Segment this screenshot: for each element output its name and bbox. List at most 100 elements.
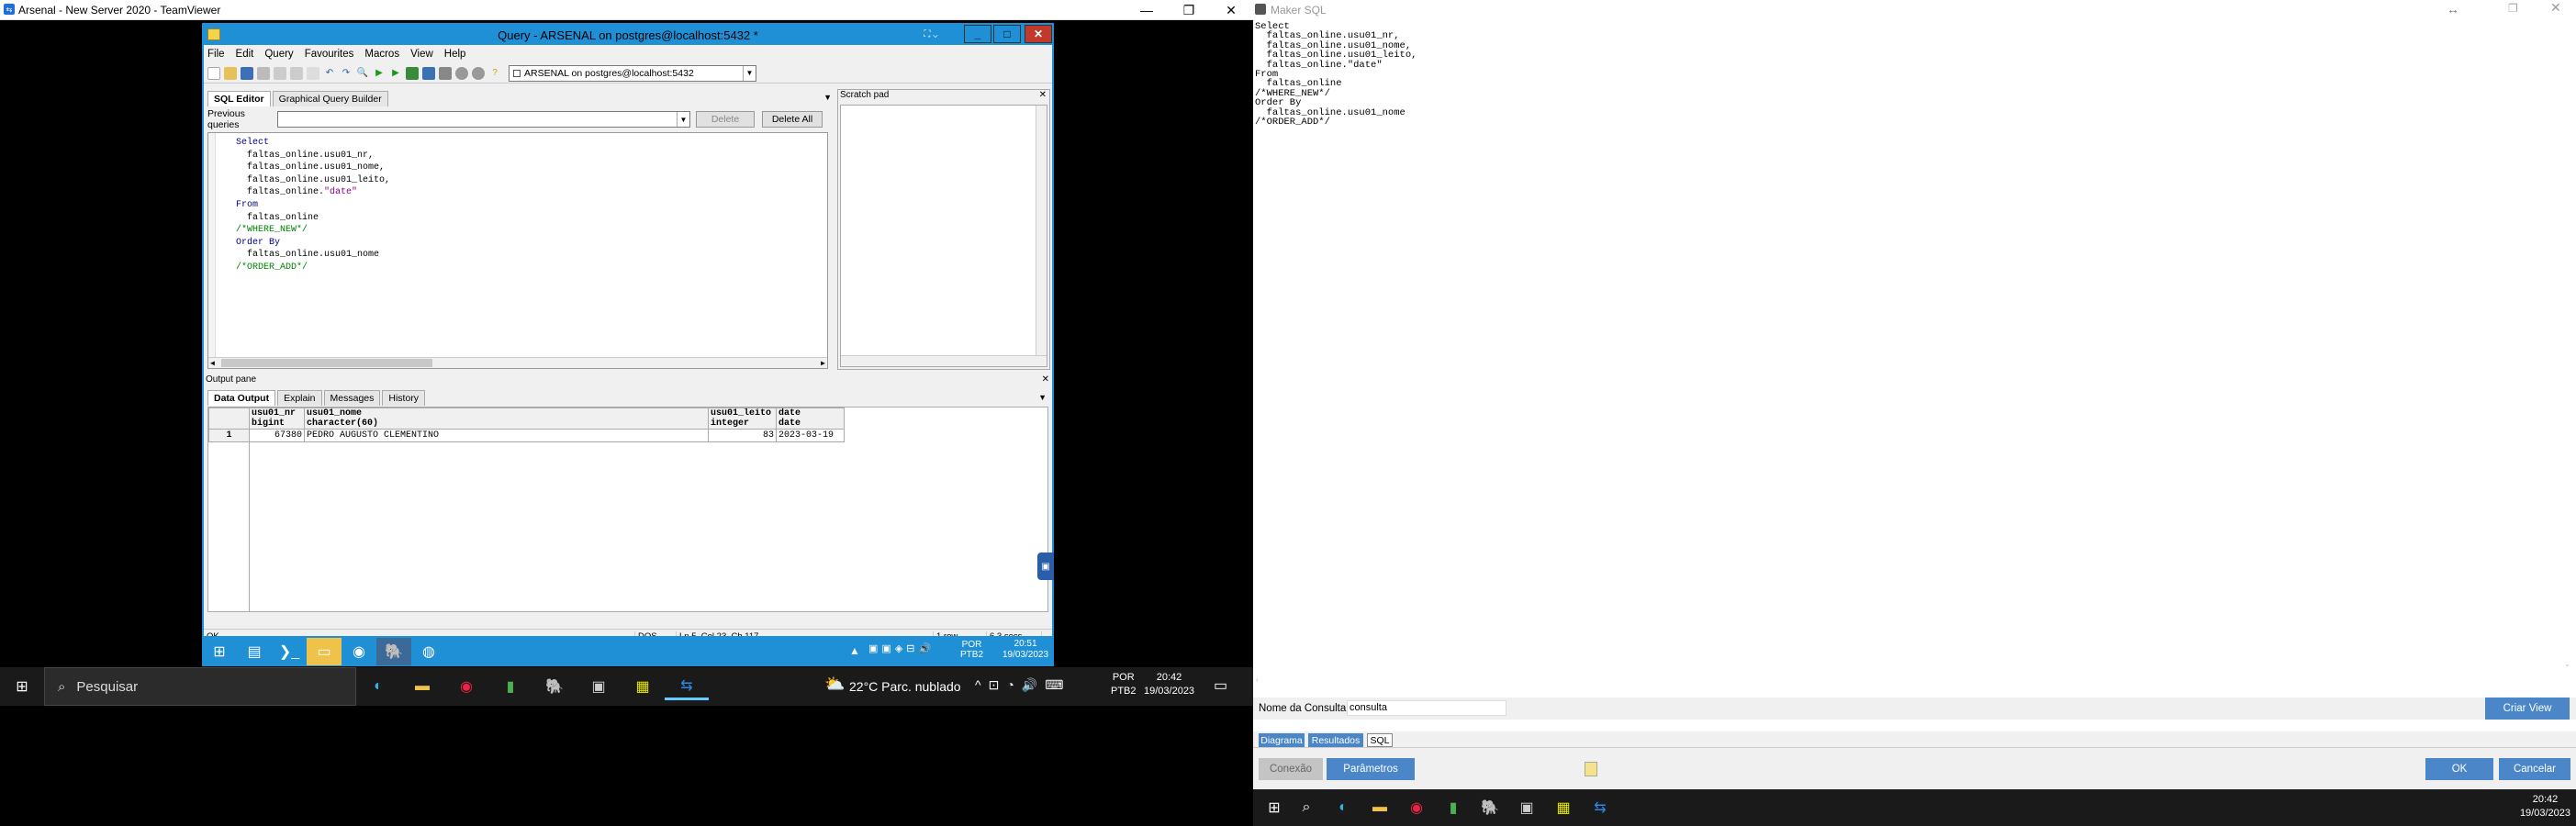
tray-app2-icon[interactable]: ▣ xyxy=(881,642,890,659)
find-icon[interactable]: 🔍 xyxy=(356,67,369,80)
teamviewer-taskbar-icon[interactable]: ⇆ xyxy=(1582,794,1618,821)
tab-messages[interactable]: Messages xyxy=(323,390,381,406)
powershell-icon[interactable]: ❯_ xyxy=(272,638,307,665)
tab-graphical-query-builder[interactable]: Graphical Query Builder xyxy=(272,91,388,106)
notepad-icon[interactable]: ▮ xyxy=(488,673,532,700)
open-icon[interactable] xyxy=(224,66,237,80)
clipboard-icon[interactable] xyxy=(1585,762,1597,776)
edge-icon[interactable]: ◐ xyxy=(1325,794,1361,821)
table-row[interactable]: 1 67380 PEDRO AUGUSTO CLEMENTINO 83 2023-03-… xyxy=(208,429,845,442)
connection-select[interactable]: ARSENAL on postgres@localhost:5432 ▼ xyxy=(509,64,756,82)
scroll-left-icon[interactable]: ◀ xyxy=(210,358,215,368)
close-icon[interactable]: ✕ xyxy=(1039,90,1047,100)
tray-network-icon[interactable]: ⊟ xyxy=(906,642,914,659)
previous-queries-select[interactable]: ▼ xyxy=(277,111,690,128)
column-header[interactable]: usu01_leito integer xyxy=(708,407,777,430)
tray-app-icon[interactable]: ⊡ xyxy=(989,677,1000,693)
tab-data-output[interactable]: Data Output xyxy=(207,390,276,406)
explain-analyze-icon[interactable] xyxy=(422,66,435,80)
scroll-left-icon[interactable]: ‹ xyxy=(1256,675,1259,684)
scroll-thumb[interactable] xyxy=(221,359,432,367)
tab-sql[interactable]: SQL xyxy=(1367,733,1393,747)
search-box[interactable]: ⌕ Pesquisar xyxy=(44,667,356,706)
cancel-button[interactable]: Cancelar xyxy=(2499,758,2570,780)
close-button[interactable]: ✕ xyxy=(2550,0,2561,16)
table-cell[interactable]: 83 xyxy=(708,429,777,442)
explain-icon[interactable] xyxy=(406,66,419,80)
ok-button[interactable]: OK xyxy=(2425,758,2493,780)
notepad-icon[interactable]: ▮ xyxy=(1435,794,1472,821)
query-close-button[interactable]: ✕ xyxy=(1025,25,1052,43)
column-header[interactable]: usu01_nr bigint xyxy=(249,407,305,430)
maximize-button[interactable]: ❐ xyxy=(2508,2,2518,15)
maker-sql-editor[interactable]: Select faltas_online.usu01_nr, faltas_on… xyxy=(1255,22,2559,675)
scroll-down-icon[interactable]: ⌄ xyxy=(2564,660,2570,668)
server-manager-icon[interactable]: ▤ xyxy=(237,638,272,665)
app-icon[interactable]: ▣ xyxy=(577,673,621,700)
pycharm-icon[interactable]: ▦ xyxy=(621,673,665,700)
menu-view[interactable]: View xyxy=(410,49,433,60)
menu-macros[interactable]: Macros xyxy=(364,49,399,60)
maximize-button[interactable]: ❐ xyxy=(1168,0,1210,20)
folder-icon[interactable]: ▬ xyxy=(1361,794,1398,821)
pycharm-icon[interactable]: ▦ xyxy=(1545,794,1582,821)
scratch-pad-text[interactable] xyxy=(840,105,1047,367)
file-explorer-icon[interactable]: ▭ xyxy=(307,637,342,665)
tab-resultados[interactable]: Resultados xyxy=(1308,733,1363,747)
table-cell[interactable]: PEDRO AUGUSTO CLEMENTINO xyxy=(304,429,709,442)
copy-icon[interactable] xyxy=(274,66,286,80)
column-header[interactable]: usu01_nome character(60) xyxy=(304,407,709,430)
tray-app-icon[interactable]: ▣ xyxy=(868,642,878,659)
teamviewer-taskbar-icon[interactable]: ⇆ xyxy=(665,673,709,700)
execute-icon[interactable]: ▶ xyxy=(373,67,386,80)
clear-icon[interactable] xyxy=(307,66,319,80)
windows-start-icon[interactable]: ⊞ xyxy=(0,673,44,700)
undo-icon[interactable]: ↶ xyxy=(323,67,336,80)
search-icon[interactable]: ⌕ xyxy=(1288,794,1325,821)
column-header[interactable]: date date xyxy=(776,407,845,430)
delete-button[interactable]: Delete xyxy=(696,111,755,128)
weather-text[interactable]: 22°C Parc. nublado xyxy=(849,679,961,694)
data-output-grid[interactable]: usu01_nr bigint usu01_nome character(60) usu… xyxy=(207,407,1048,612)
cancel-query-icon[interactable] xyxy=(439,66,452,80)
menu-file[interactable]: File xyxy=(207,49,225,60)
pgadmin-icon[interactable]: 🐘 xyxy=(1472,794,1508,821)
close-button[interactable]: ✕ xyxy=(1210,0,1252,20)
local-lang[interactable]: POR PTB2 xyxy=(1111,671,1137,698)
language-icon[interactable]: ⌨ xyxy=(1045,677,1063,693)
connection-button[interactable]: Conexão xyxy=(1259,758,1323,780)
editor-hscrollbar[interactable]: ◀ ▶ xyxy=(208,357,827,368)
query-name-input[interactable]: consulta xyxy=(1347,700,1506,716)
menu-favourites[interactable]: Favourites xyxy=(305,49,354,60)
delete-all-button[interactable]: Delete All xyxy=(762,111,823,128)
edge-icon[interactable]: ◐ xyxy=(356,673,400,700)
create-view-button[interactable]: Criar View xyxy=(2485,698,2570,720)
chrome-icon[interactable]: ◉ xyxy=(444,673,488,700)
chrome-icon[interactable]: ◉ xyxy=(342,638,376,665)
pgadmin-query-icon[interactable]: ◍ xyxy=(411,638,446,665)
tray-chevron-icon[interactable]: ^ xyxy=(975,677,981,693)
menu-edit[interactable]: Edit xyxy=(236,49,254,60)
tab-sql-editor[interactable]: SQL Editor xyxy=(207,91,271,106)
query-minimize-button[interactable]: _ xyxy=(964,25,991,43)
scroll-right-icon[interactable]: ▶ xyxy=(821,358,825,368)
tray-chevron-icon[interactable]: ▲ xyxy=(849,644,860,657)
menu-help[interactable]: Help xyxy=(444,49,466,60)
remote-lang[interactable]: POR PTB2 xyxy=(960,640,983,660)
scratch-hscrollbar[interactable] xyxy=(841,355,1047,366)
save-icon[interactable] xyxy=(241,66,253,80)
dropdown-arrow-icon[interactable]: ▼ xyxy=(823,93,832,102)
pgadmin-icon[interactable]: 🐘 xyxy=(376,637,411,665)
tab-history[interactable]: History xyxy=(382,390,426,406)
remote-clock[interactable]: 20:51 19/03/2023 xyxy=(1002,639,1048,661)
sql-editor[interactable]: Select faltas_online.usu01_nr, faltas_on… xyxy=(207,132,828,369)
volume-icon[interactable]: 🔊 xyxy=(1022,677,1037,693)
user2-icon[interactable] xyxy=(472,66,485,80)
cut-icon[interactable] xyxy=(257,66,270,80)
app-icon[interactable]: ▣ xyxy=(1508,794,1545,821)
viewer-controls-icon[interactable]: ⛶ ⌄ xyxy=(913,27,949,41)
chrome-icon[interactable]: ◉ xyxy=(1398,794,1435,821)
scratch-vscrollbar[interactable] xyxy=(1036,106,1047,355)
close-icon[interactable]: ✕ xyxy=(1042,374,1049,385)
volume-icon[interactable]: 🔊 xyxy=(919,642,932,659)
